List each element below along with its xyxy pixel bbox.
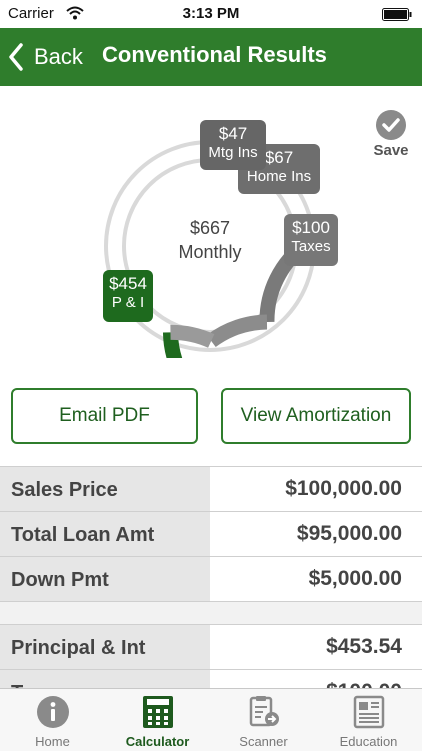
row-label: Principal & Int (11, 637, 146, 659)
row-label: Total Loan Amt (11, 524, 155, 546)
tab-calculator[interactable]: Calculator (105, 689, 210, 751)
row-value: $453.54 (326, 635, 402, 658)
row-value: $5,000.00 (308, 567, 402, 590)
save-button[interactable]: Save (370, 110, 412, 166)
row-value: $100,000.00 (285, 477, 402, 500)
row-label: Sales Price (11, 479, 118, 501)
section-divider (0, 602, 422, 625)
table-row: Sales Price $100,000.00 (0, 467, 422, 512)
tab-education[interactable]: Education (316, 689, 421, 751)
chevron-left-icon (9, 43, 23, 71)
monthly-label: Monthly (178, 242, 242, 262)
tab-label: Home (35, 734, 70, 749)
tab-label: Scanner (239, 734, 288, 749)
monthly-total: $667 (189, 218, 231, 238)
checkmark-icon (376, 110, 406, 140)
segment-tag-taxes: $100 Taxes (284, 214, 338, 266)
table-row: Down Pmt $5,000.00 (0, 557, 422, 602)
loan-details-table: Sales Price $100,000.00 Total Loan Amt $… (0, 466, 422, 689)
back-label: Back (34, 44, 83, 69)
tab-home[interactable]: Home (0, 689, 105, 751)
clock: 3:13 PM (182, 5, 240, 22)
nav-bar: Back Conventional Results (0, 28, 422, 86)
segment-amount: $100 (292, 218, 330, 237)
save-label: Save (373, 142, 409, 159)
segment-label: Taxes (291, 237, 331, 255)
segment-tag-mortgage-insurance: $47 Mtg Ins (200, 120, 266, 170)
segment-label: Mtg Ins (208, 143, 258, 161)
segment-label: Home Ins (246, 167, 312, 185)
segment-amount: $454 (109, 274, 147, 293)
tab-label: Education (339, 734, 398, 749)
battery-icon (382, 8, 412, 21)
segment-label: P & I (111, 293, 145, 311)
donut-segment (170, 324, 215, 348)
tab-label: Calculator (125, 734, 190, 749)
table-row: Ta $100.00 (0, 670, 422, 689)
row-label: Down Pmt (11, 569, 109, 591)
view-amortization-button[interactable]: View Amortization (221, 388, 411, 444)
payment-summary-chart: $667 Monthly $454 P & I $100 Taxes $67 H… (0, 86, 422, 386)
tab-bar: Home Calculator Scanner Education (0, 688, 422, 751)
tab-scanner[interactable]: Scanner (211, 689, 316, 751)
scanner-icon (249, 696, 279, 727)
segment-amount: $47 (218, 124, 248, 143)
info-icon (37, 696, 69, 728)
email-pdf-button[interactable]: Email PDF (11, 388, 198, 444)
newspaper-icon (353, 695, 385, 729)
status-bar: Carrier 3:13 PM (0, 0, 422, 28)
table-row: Total Loan Amt $95,000.00 (0, 512, 422, 557)
back-button[interactable]: Back (8, 38, 83, 76)
segment-tag-principal-interest: $454 P & I (103, 270, 153, 322)
table-row: Principal & Int $453.54 (0, 625, 422, 670)
calculator-icon (143, 696, 173, 728)
row-value: $95,000.00 (296, 522, 402, 545)
page-title: Conventional Results (102, 42, 327, 67)
